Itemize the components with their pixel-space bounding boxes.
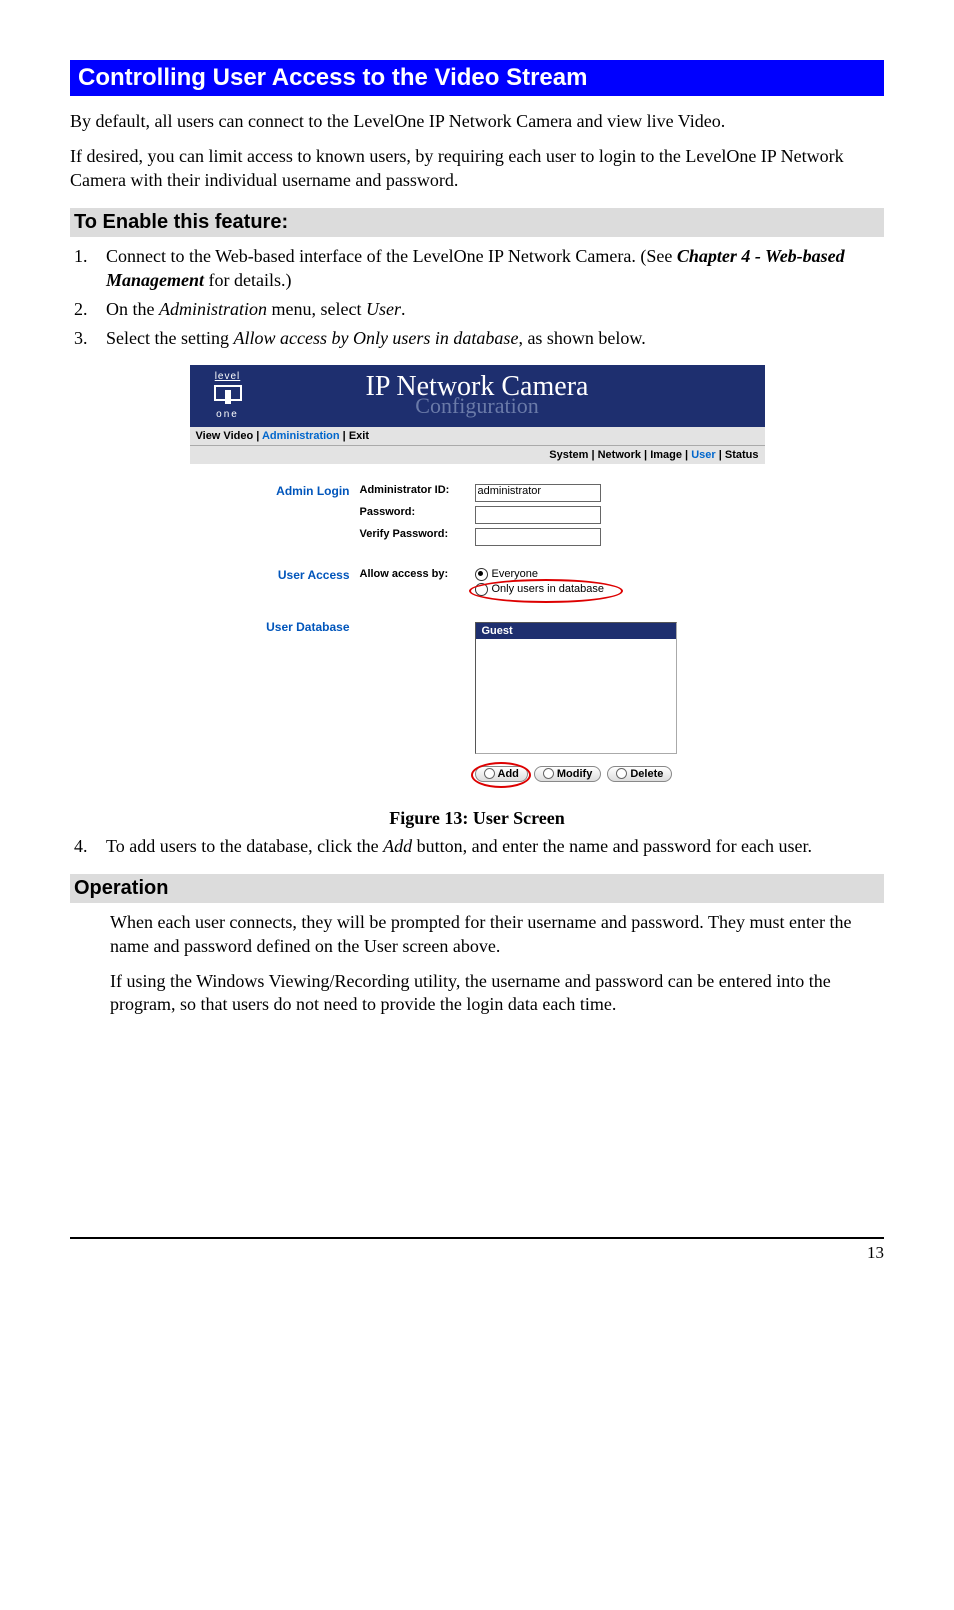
top-nav-bar: View Video | Administration | Exit bbox=[190, 427, 765, 446]
modify-button-label: Modify bbox=[557, 768, 592, 780]
annotation-ellipse-add bbox=[471, 762, 531, 788]
circle-icon bbox=[543, 768, 554, 779]
subnav-sep-2: | bbox=[641, 449, 650, 461]
nav-view-video[interactable]: View Video bbox=[196, 430, 254, 442]
enable-feature-heading: To Enable this feature: bbox=[70, 208, 884, 237]
step-3-setting: Allow access by Only users in database bbox=[233, 328, 518, 348]
password-field[interactable] bbox=[475, 506, 601, 524]
circle-icon bbox=[616, 768, 627, 779]
step-2: On the Administration menu, select User. bbox=[92, 298, 884, 321]
step-4-text-a: To add users to the database, click the bbox=[106, 836, 383, 856]
step-2-menu: Administration bbox=[159, 299, 267, 319]
enable-steps-list: Connect to the Web-based interface of th… bbox=[70, 245, 884, 351]
operation-paragraph-2: If using the Windows Viewing/Recording u… bbox=[110, 970, 884, 1017]
step-4: To add users to the database, click the … bbox=[92, 835, 884, 858]
label-allow-access-by: Allow access by: bbox=[360, 568, 475, 598]
label-password: Password: bbox=[360, 506, 475, 524]
page-number: 13 bbox=[70, 1243, 884, 1263]
subnav-sep-4: | bbox=[716, 449, 725, 461]
label-verify-password: Verify Password: bbox=[360, 528, 475, 546]
step-2-text-c: menu, select bbox=[267, 299, 366, 319]
subnav-network[interactable]: Network bbox=[598, 449, 641, 461]
figure-caption: Figure 13: User Screen bbox=[70, 808, 884, 829]
step-1: Connect to the Web-based interface of th… bbox=[92, 245, 884, 292]
subnav-sep-3: | bbox=[682, 449, 691, 461]
radio-everyone[interactable] bbox=[475, 568, 488, 581]
subnav-sep-1: | bbox=[588, 449, 597, 461]
section-user-access: User Access bbox=[200, 568, 360, 598]
banner-title: IP Network Camera bbox=[190, 371, 765, 403]
label-admin-id: Administrator ID: bbox=[360, 484, 475, 502]
step-2-item: User bbox=[366, 299, 401, 319]
nav-administration[interactable]: Administration bbox=[262, 430, 340, 442]
screenshot-body: Admin Login Administrator ID: administra… bbox=[190, 464, 765, 802]
step-3-text-a: Select the setting bbox=[106, 328, 233, 348]
footer-rule bbox=[70, 1237, 884, 1239]
intro-paragraph-1: By default, all users can connect to the… bbox=[70, 110, 884, 133]
figure-13-wrap: level one Configuration IP Network Camer… bbox=[70, 365, 884, 829]
sub-nav-bar: System | Network | Image | User | Status bbox=[190, 446, 765, 464]
section-admin-login: Admin Login bbox=[200, 484, 360, 502]
nav-sep-1: | bbox=[253, 430, 262, 442]
section-user-database: User Database bbox=[200, 620, 360, 782]
step-2-text-e: . bbox=[401, 299, 406, 319]
admin-id-field[interactable]: administrator bbox=[475, 484, 601, 502]
subnav-image[interactable]: Image bbox=[650, 449, 682, 461]
step-1-text-c: for details.) bbox=[204, 270, 291, 290]
listbox-item-guest[interactable]: Guest bbox=[476, 623, 676, 639]
nav-sep-2: | bbox=[340, 430, 349, 442]
enable-steps-list-cont: To add users to the database, click the … bbox=[70, 835, 884, 858]
nav-exit[interactable]: Exit bbox=[349, 430, 369, 442]
step-4-btn: Add bbox=[383, 836, 412, 856]
operation-paragraph-1: When each user connects, they will be pr… bbox=[110, 911, 884, 958]
step-1-text-a: Connect to the Web-based interface of th… bbox=[106, 246, 677, 266]
subnav-system[interactable]: System bbox=[549, 449, 588, 461]
annotation-ellipse-radio bbox=[469, 579, 623, 603]
subnav-status[interactable]: Status bbox=[725, 449, 759, 461]
step-4-text-c: button, and enter the name and password … bbox=[412, 836, 812, 856]
verify-password-field[interactable] bbox=[475, 528, 601, 546]
user-screen-screenshot: level one Configuration IP Network Camer… bbox=[190, 365, 765, 802]
intro-paragraph-2: If desired, you can limit access to know… bbox=[70, 145, 884, 192]
page-main-heading: Controlling User Access to the Video Str… bbox=[70, 60, 884, 96]
step-2-text-a: On the bbox=[106, 299, 159, 319]
step-3-text-c: , as shown below. bbox=[518, 328, 645, 348]
modify-button[interactable]: Modify bbox=[534, 766, 601, 782]
subnav-user[interactable]: User bbox=[691, 449, 715, 461]
user-database-listbox[interactable]: Guest bbox=[475, 622, 677, 754]
step-3: Select the setting Allow access by Only … bbox=[92, 327, 884, 350]
delete-button-label: Delete bbox=[630, 768, 663, 780]
operation-heading: Operation bbox=[70, 874, 884, 903]
screenshot-banner: level one Configuration IP Network Camer… bbox=[190, 365, 765, 427]
delete-button[interactable]: Delete bbox=[607, 766, 672, 782]
